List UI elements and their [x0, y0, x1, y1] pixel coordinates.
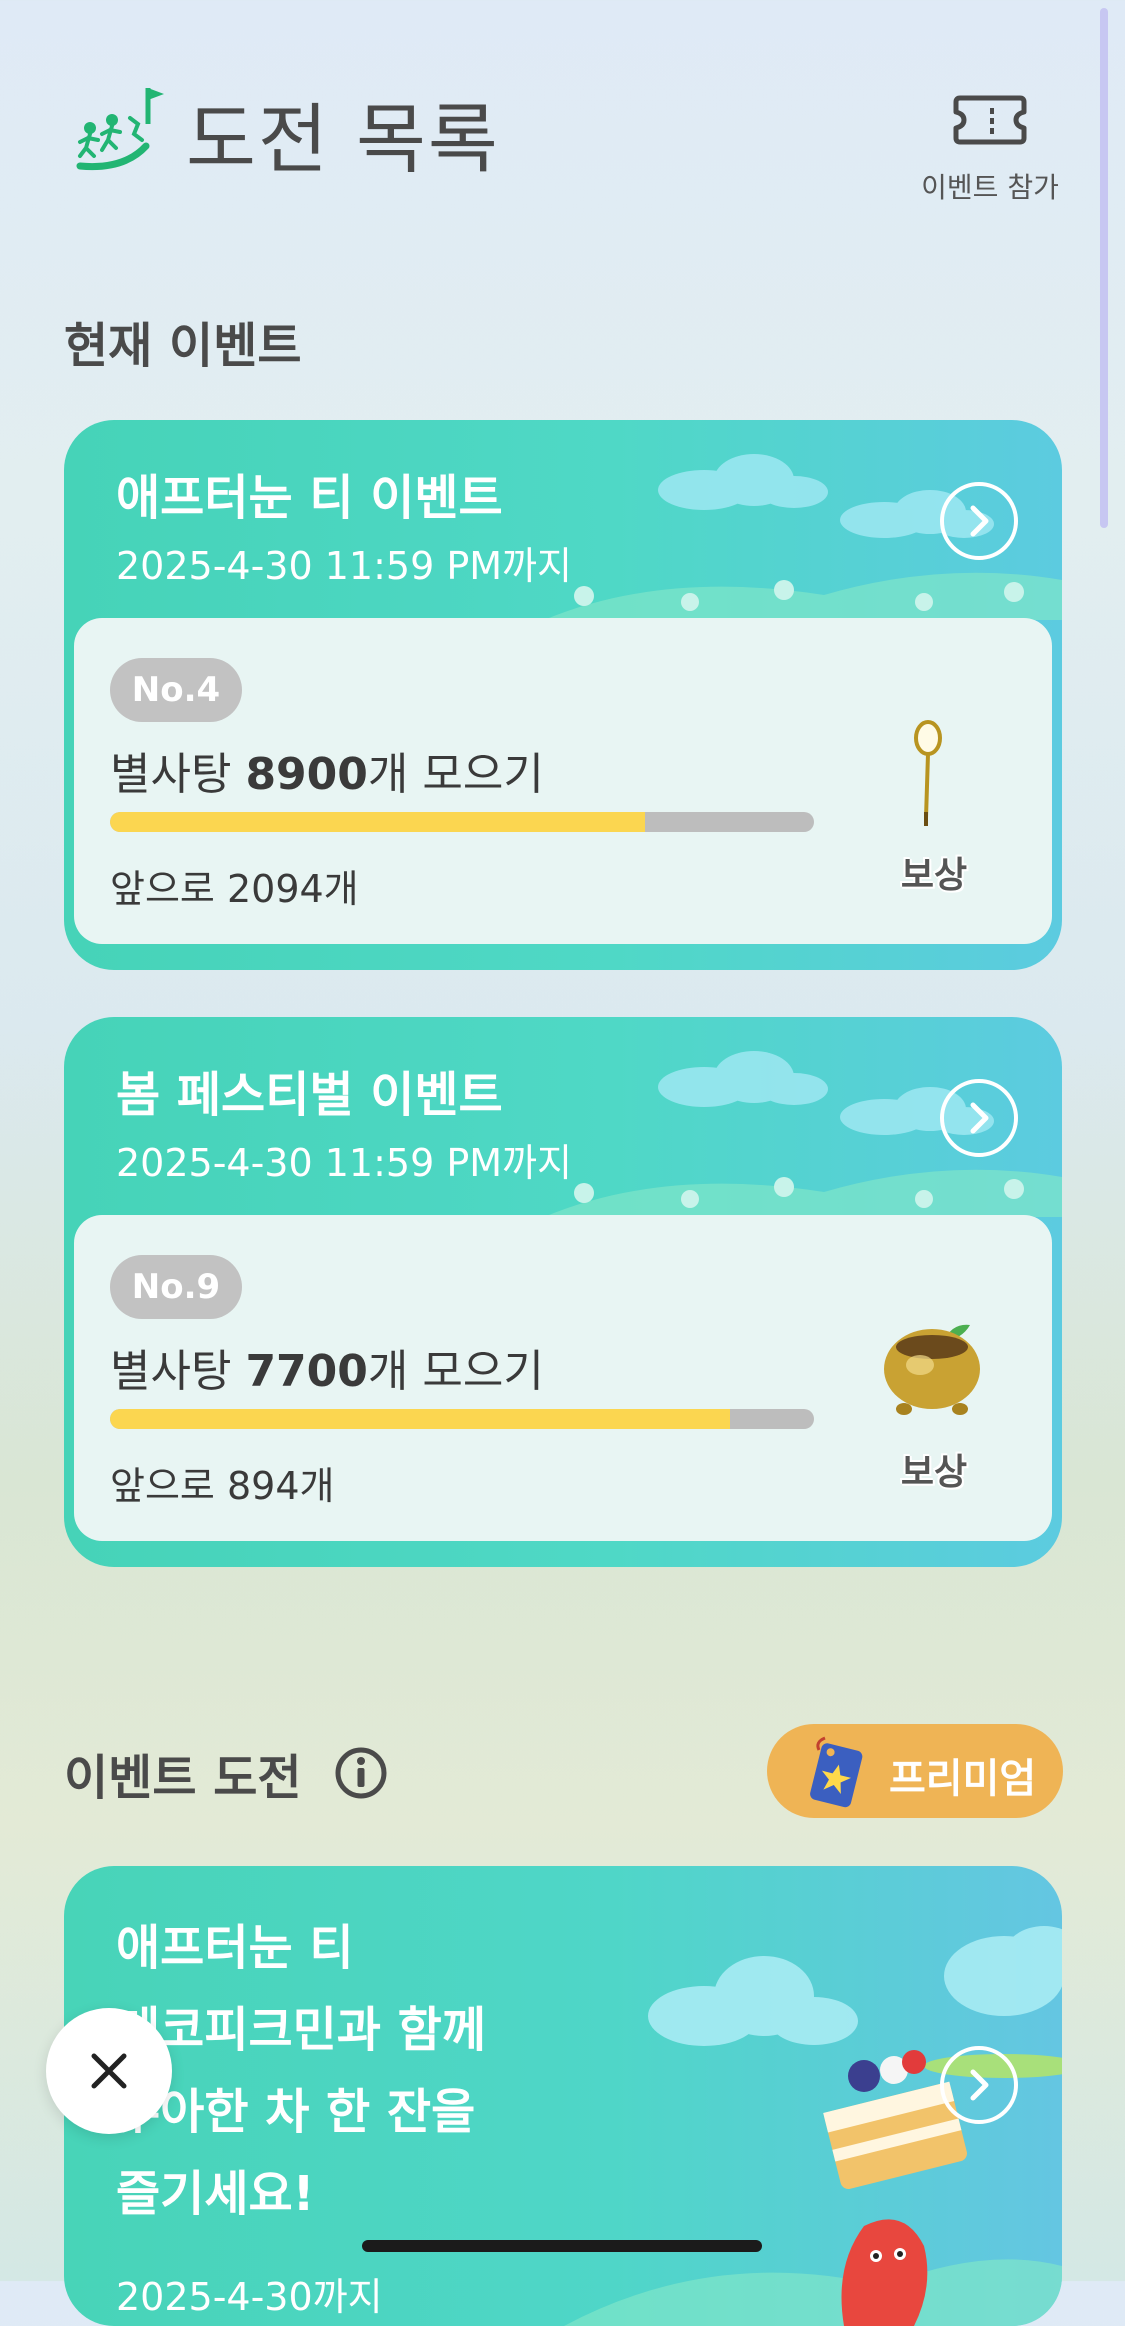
hiking-flag-icon	[76, 84, 166, 174]
event-title: 애프터눈 티 이벤트	[116, 470, 503, 526]
chevron-right-icon[interactable]	[940, 482, 1018, 560]
progress-bar	[110, 812, 814, 832]
star-tag-icon	[810, 1736, 863, 1808]
event-deadline: 2025-4-30 11:59 PM까지	[116, 1141, 572, 1185]
event-progress-panel: No.9 별사탕 7700개 모으기 앞으로 894개 보상	[74, 1215, 1052, 1541]
golden-pot-sprout-icon	[884, 1324, 980, 1415]
event-deadline: 2025-4-30 11:59 PM까지	[116, 544, 572, 588]
join-event-label: 이벤트 참가	[921, 171, 1059, 204]
scrollbar[interactable]	[1100, 8, 1108, 528]
premium-button[interactable]: 프리미엄	[767, 1724, 1063, 1818]
chevron-right-icon[interactable]	[940, 2046, 1018, 2124]
event-title: 봄 페스티벌 이벤트	[116, 1067, 503, 1123]
challenge-deadline: 2025-4-30까지	[116, 2275, 383, 2319]
reward-label: 보상	[900, 855, 968, 896]
progress-bar	[110, 1409, 814, 1429]
challenge-number-badge: No.9	[110, 1255, 242, 1319]
remaining-count: 앞으로 2094개	[110, 867, 359, 911]
event-card-spring-festival[interactable]: 봄 페스티벌 이벤트 2025-4-30 11:59 PM까지 No.9 별사탕…	[64, 1017, 1062, 1567]
reward-label: 보상	[900, 1452, 968, 1493]
event-card-afternoon-tea[interactable]: 애프터눈 티 이벤트 2025-4-30 11:59 PM까지 No.4 별사탕…	[64, 420, 1062, 970]
challenge-text-line: 즐기세요!	[116, 2166, 315, 2222]
event-progress-panel: No.4 별사탕 8900개 모으기 앞으로 2094개 보상	[74, 618, 1052, 944]
remaining-count: 앞으로 894개	[110, 1464, 335, 1508]
page-title: 도전 목록	[186, 95, 500, 184]
home-indicator[interactable]	[362, 2240, 762, 2252]
monocle-icon	[914, 720, 942, 826]
close-icon	[91, 2053, 127, 2089]
current-events-heading: 현재 이벤트	[64, 318, 302, 374]
info-icon[interactable]	[334, 1746, 388, 1800]
challenge-card-afternoon-tea[interactable]: 애프터눈 티 데코피크민과 함께 우아한 차 한 잔을 즐기세요! 2025-4…	[64, 1866, 1062, 2326]
challenge-goal: 별사탕 8900개 모으기	[110, 749, 544, 800]
challenge-number-badge: No.4	[110, 658, 242, 722]
premium-label: 프리미엄	[889, 1756, 1037, 1802]
chevron-right-icon[interactable]	[940, 1079, 1018, 1157]
join-event-button[interactable]: 이벤트 참가	[900, 90, 1080, 210]
ticket-icon	[953, 95, 1027, 145]
event-challenges-heading: 이벤트 도전	[64, 1750, 302, 1806]
challenge-text-line: 애프터눈 티	[116, 1920, 354, 1976]
close-button[interactable]	[46, 2008, 172, 2134]
challenge-goal: 별사탕 7700개 모으기	[110, 1346, 544, 1397]
